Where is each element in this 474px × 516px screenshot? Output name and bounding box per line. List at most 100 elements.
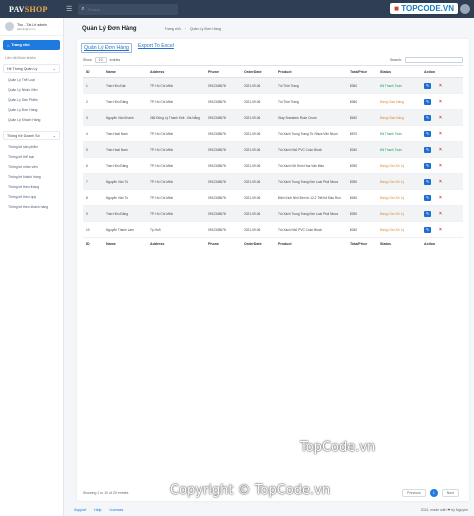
card-tabs: Quản Lý Đơn Hàng Export To Excel (77, 39, 469, 55)
edit-icon[interactable]: ✎ (424, 226, 431, 233)
edit-icon[interactable]: ✎ (424, 82, 431, 89)
breadcrumb-home[interactable]: Trang chủ (165, 27, 181, 31)
cell-name: Trần Hoài Nam (103, 141, 147, 158)
sidebar-group-label: Hệ Thống Quản Lý (7, 66, 38, 71)
cell-orderdate: 2021-09-06 (241, 173, 275, 190)
sidebar-section-title: Liên hệ/Nhân khiếm (5, 56, 37, 60)
sidebar-item-categories[interactable]: Quản Lý Thể Loại (0, 75, 63, 85)
sidebar-item-stat-customers[interactable]: Thống kê khách hàng (0, 172, 63, 182)
delete-icon[interactable]: × (439, 83, 442, 89)
edit-icon[interactable]: ✎ (424, 178, 431, 185)
cell-phone: 0912345678 (205, 173, 241, 190)
delete-icon[interactable]: × (439, 195, 442, 201)
cell-orderdate: 2021-09-06 (241, 205, 275, 222)
sidebar-item-stat-by-customer[interactable]: Thống kê theo khách hàng (0, 202, 63, 213)
col-header-phone[interactable]: Phone (205, 65, 241, 78)
col-header-action: Action (421, 65, 463, 78)
table-header-row: ID Name Address Phone OrderDate Product … (83, 65, 463, 78)
delete-icon[interactable]: × (439, 131, 442, 137)
col-footer-orderdate: OrderDate (241, 237, 275, 250)
edit-icon[interactable]: ✎ (424, 98, 431, 105)
pagination: Previous 1 Next (402, 489, 459, 497)
delete-icon[interactable]: × (439, 115, 442, 121)
table-search: Search: (390, 57, 463, 63)
cell-id: 3 (83, 109, 103, 126)
footer-link-help[interactable]: Help (94, 508, 101, 512)
col-header-orderdate[interactable]: OrderDate (241, 65, 275, 78)
search-icon: ⌕ (81, 5, 85, 12)
pagination-previous[interactable]: Previous (402, 489, 426, 497)
cell-id: 5 (83, 141, 103, 158)
edit-icon[interactable]: ✎ (424, 162, 431, 169)
delete-icon[interactable]: × (439, 163, 442, 169)
col-footer-id: ID (83, 237, 103, 250)
pagination-next[interactable]: Next (441, 489, 459, 497)
cell-product: Túi Xách Nhỏ PVC Color Block (275, 141, 347, 158)
sidebar-item-stat-categories[interactable]: Thống kê thể loại (0, 152, 63, 162)
col-footer-product: Product (275, 237, 347, 250)
table-row: 2 Trần Hữu Đăng TP. Hồ Chí Minh 0912345678 2… (83, 93, 463, 110)
show-label: Show (83, 58, 92, 62)
sidebar-item-stat-quarter[interactable]: Thống kê theo quý (0, 192, 63, 202)
delete-icon[interactable]: × (439, 99, 442, 105)
tab-orders[interactable]: Quản Lý Đơn Hàng (81, 43, 132, 53)
cell-phone: 0912345678 (205, 221, 241, 238)
cell-status: Đang Giao Hàng (377, 109, 421, 126)
table-row: 7 Nguyễn Văn Tú TP. Hồ Chí Minh 0912345678 2… (83, 173, 463, 190)
delete-icon[interactable]: × (439, 147, 442, 153)
cell-phone: 0912345678 (205, 109, 241, 126)
col-header-name[interactable]: Name (103, 65, 147, 78)
cell-totalprice: $570 (347, 125, 377, 142)
top-search[interactable]: ⌕ (78, 3, 179, 15)
sidebar-item-stat-products[interactable]: Thống kê sản phẩm (0, 142, 63, 152)
col-header-product[interactable]: Product (275, 65, 347, 78)
edit-icon[interactable]: ✎ (424, 194, 431, 201)
table-row: 9 Trần Hữu Đăng TP. Hồ Chí Minh 0912345678 2… (83, 205, 463, 222)
col-header-status[interactable]: Status (377, 65, 421, 78)
cell-product: Túi Xách Trung Trang Kim Loại Phối Nhựa (275, 205, 347, 222)
chevron-down-icon: ⌄ (52, 133, 56, 138)
breadcrumb-separator-icon: › (184, 26, 186, 31)
sidebar-item-stat-staff[interactable]: Thống kê nhân viên (0, 162, 63, 172)
sidebar-item-products[interactable]: Quản Lý Sản Phẩm (0, 95, 63, 105)
sidebar-item-stat-month[interactable]: Thống kê theo tháng (0, 182, 63, 192)
col-footer-totalprice: TotalPrice (347, 237, 377, 250)
sidebar-user[interactable]: Thu - Tài Lê admin admin@vn.vn (0, 18, 63, 36)
col-header-id[interactable]: ID (83, 65, 103, 78)
footer-link-licenses[interactable]: Licenses (109, 508, 123, 512)
col-header-address[interactable]: Address (147, 65, 205, 78)
col-header-totalprice[interactable]: TotalPrice (347, 65, 377, 78)
sidebar-group-management[interactable]: Hệ Thống Quản Lý ⌄ (3, 64, 60, 73)
edit-icon[interactable]: ✎ (424, 130, 431, 137)
chevron-down-icon: ⌄ (52, 66, 56, 71)
avatar[interactable] (460, 3, 470, 14)
cell-action: ✎ × (421, 189, 463, 206)
delete-icon[interactable]: × (439, 227, 442, 233)
sidebar-item-orders[interactable]: Quản Lý Đơn Hàng (0, 105, 63, 115)
edit-icon[interactable]: ✎ (424, 114, 431, 121)
cell-phone: 0912345678 (205, 77, 241, 94)
table-search-input[interactable] (405, 57, 463, 63)
cell-id: 6 (83, 157, 103, 174)
top-search-input[interactable] (87, 6, 168, 12)
pagination-page-1[interactable]: 1 (429, 489, 438, 497)
sidebar-item-home[interactable]: ⌂ Trang chủ (3, 40, 60, 50)
cell-totalprice: $450 (347, 189, 377, 206)
cell-orderdate: 2021-09-06 (241, 77, 275, 94)
footer-link-support[interactable]: Support (74, 508, 86, 512)
delete-icon[interactable]: × (439, 179, 442, 185)
delete-icon[interactable]: × (439, 211, 442, 217)
hamburger-icon[interactable]: ☰ (66, 5, 72, 13)
edit-icon[interactable]: ✎ (424, 146, 431, 153)
sidebar-item-customers[interactable]: Quản Lý Khách Hàng (0, 115, 63, 125)
sidebar-item-staff[interactable]: Quản Lý Nhân Viên (0, 85, 63, 95)
user-email: admin@vn.vn (17, 26, 36, 31)
export-excel-link[interactable]: Export To Excel (138, 43, 174, 53)
entries-select[interactable]: 10 (94, 57, 107, 63)
cell-totalprice: $360 (347, 93, 377, 110)
edit-icon[interactable]: ✎ (424, 210, 431, 217)
cell-address: TP. Hồ Chí Minh (147, 77, 205, 94)
sidebar-group-statistics[interactable]: Thống Kê Doanh Số ⌄ (3, 131, 60, 140)
brand-logo[interactable]: PAV SHOP (0, 0, 64, 18)
cell-name: Nguyễn Văn Tú (103, 173, 147, 190)
